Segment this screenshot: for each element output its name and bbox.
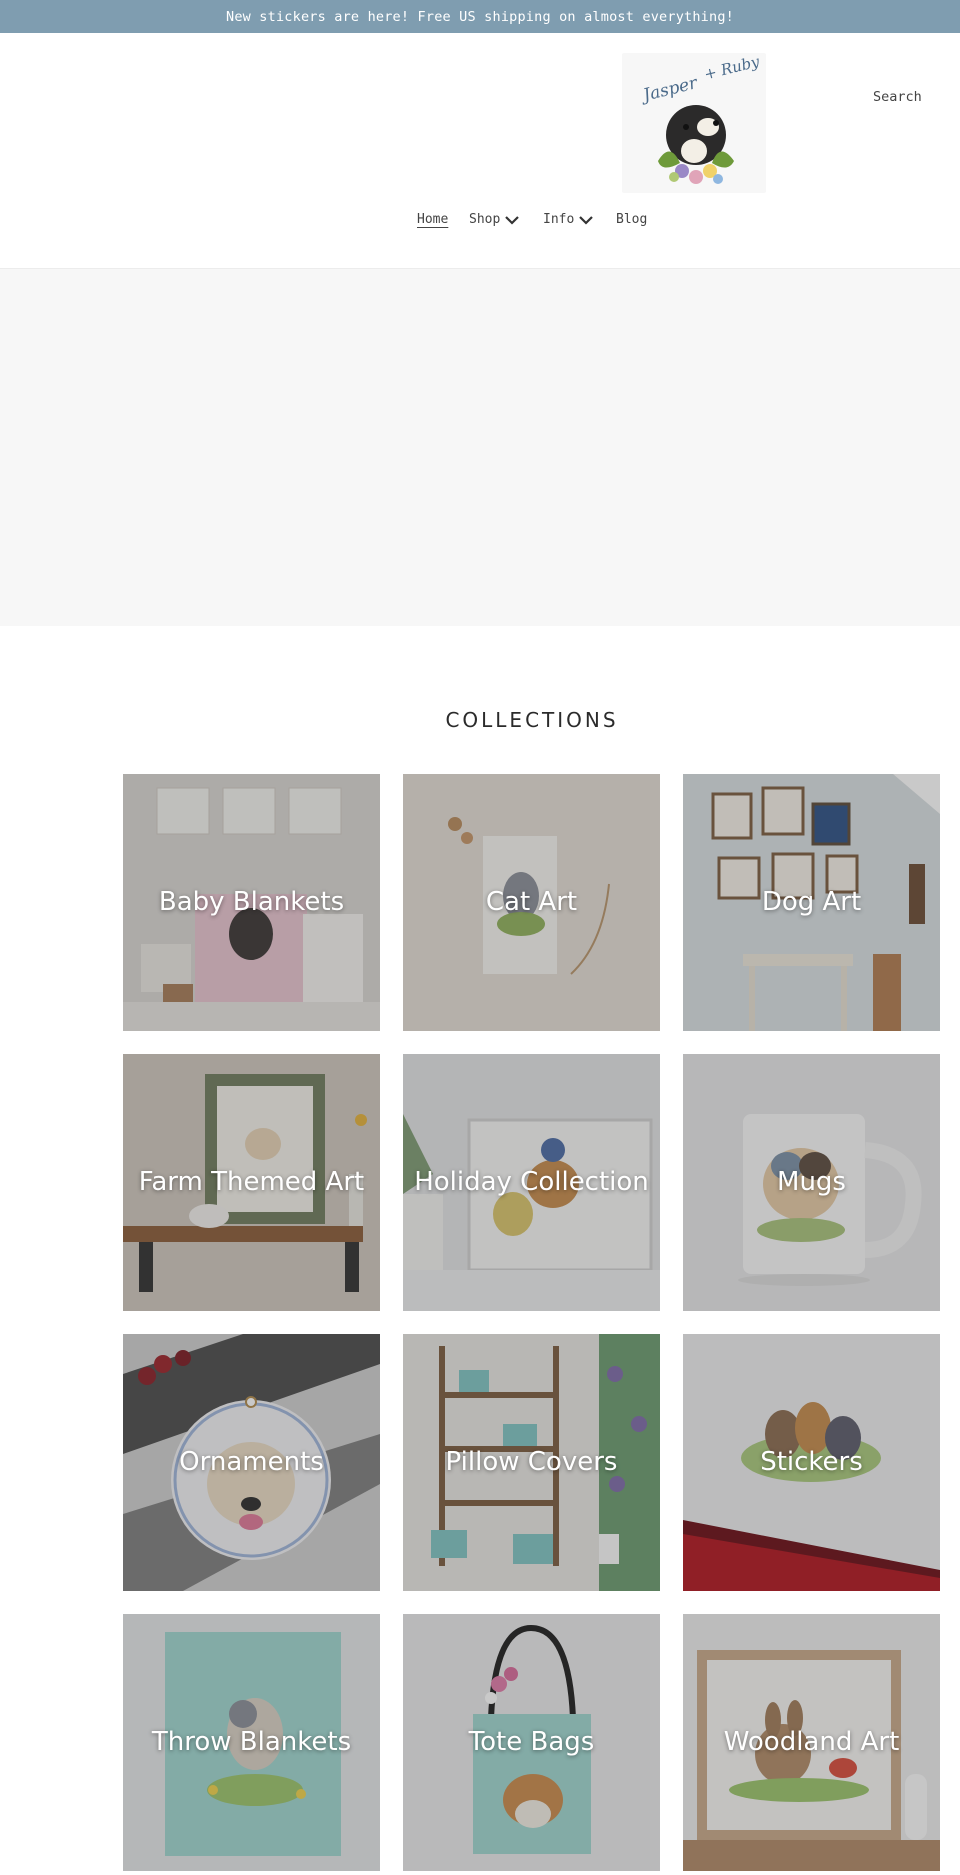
collection-tile-dog-art[interactable]: Dog Art [683,774,940,1031]
collection-tile-ornaments[interactable]: Ornaments [123,1334,380,1591]
nav-label: Info [543,212,575,227]
nav-item-shop[interactable]: Shop [469,212,520,227]
nav-label: Shop [469,212,501,227]
collection-label: Throw Blankets [151,1726,352,1757]
collection-tile-tote-bags[interactable]: Tote Bags [403,1614,660,1871]
collection-label: Woodland Art [723,1726,900,1757]
nav-label: Blog [616,212,648,227]
collection-tile-stickers[interactable]: Stickers [683,1334,940,1591]
main-nav: Home Shop Info Blog [0,212,960,236]
hero-banner [0,269,960,626]
collection-label: Dog Art [761,886,862,917]
collection-label: Cat Art [485,886,578,917]
collections-title: COLLECTIONS [445,708,619,732]
svg-text:Jasper: Jasper [638,73,700,107]
site-header: Jasper + Ruby Search Home Shop Info Blog [0,33,960,269]
announcement-bar: New stickers are here! Free US shipping … [0,0,960,33]
search-label: Search [873,89,922,105]
collection-label: Farm Themed Art [138,1166,365,1197]
collection-tile-pillow-covers[interactable]: Pillow Covers [403,1334,660,1591]
svg-text:+ Ruby: + Ruby [702,53,762,83]
collection-tile-cat-art[interactable]: Cat Art [403,774,660,1031]
collection-tile-farm-themed-art[interactable]: Farm Themed Art [123,1054,380,1311]
collection-tile-throw-blankets[interactable]: Throw Blankets [123,1614,380,1871]
collection-label: Ornaments [179,1446,324,1477]
collection-label: Pillow Covers [445,1446,618,1477]
collection-tile-mugs[interactable]: Mugs [683,1054,940,1311]
nav-item-home[interactable]: Home [417,212,448,227]
collection-tile-baby-blankets[interactable]: Baby Blankets [123,774,380,1031]
search-link[interactable]: Search [873,89,922,105]
dog-logo-icon: Jasper + Ruby [638,53,762,184]
nav-label: Home [417,212,449,227]
collection-tile-woodland-art[interactable]: Woodland Art [683,1614,940,1871]
nav-item-info[interactable]: Info [543,212,594,227]
collection-label: Holiday Collection [414,1166,649,1197]
collection-label: Baby Blankets [158,886,345,917]
chevron-down-icon [579,215,594,225]
chevron-down-icon [505,215,520,225]
nav-item-blog[interactable]: Blog [616,212,647,227]
logo[interactable]: Jasper + Ruby [622,53,766,193]
collection-label: Tote Bags [468,1726,595,1757]
collection-label: Mugs [777,1166,846,1197]
collection-label: Stickers [760,1446,863,1477]
announcement-text: New stickers are here! Free US shipping … [226,8,734,25]
collection-tile-holiday-collection[interactable]: Holiday Collection [403,1054,660,1311]
